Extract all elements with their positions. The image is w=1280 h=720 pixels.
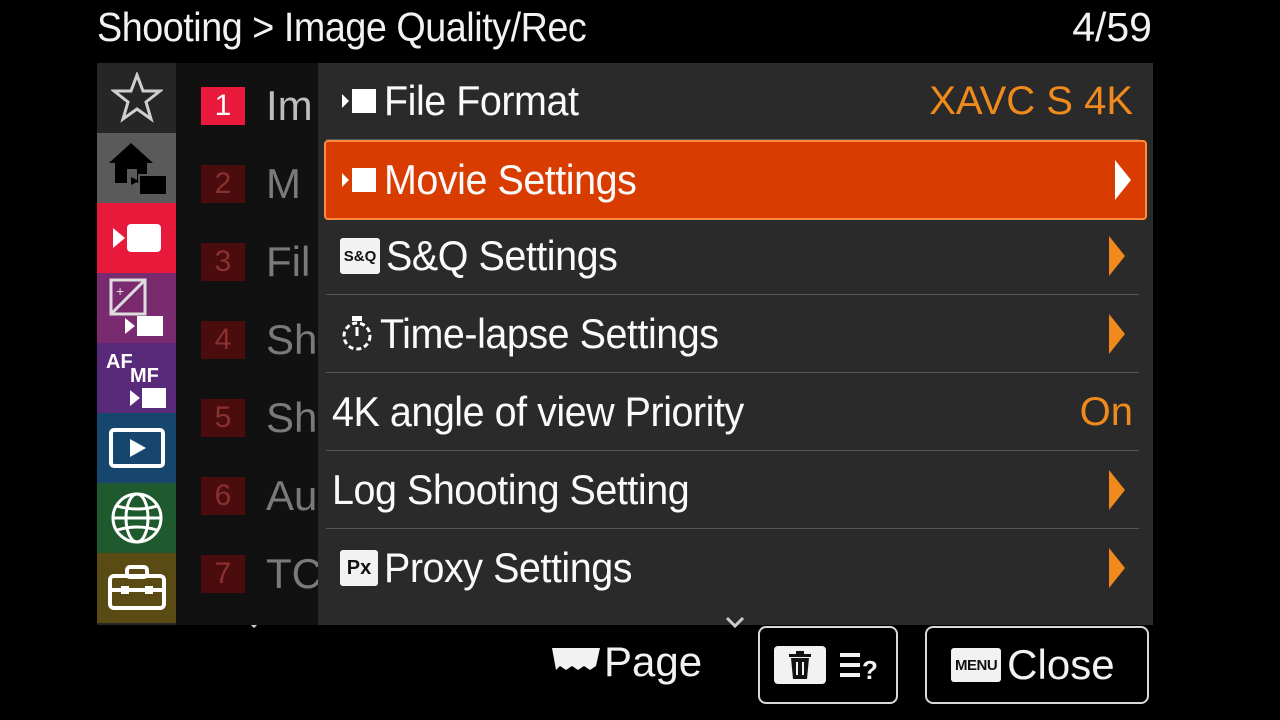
page-number: 3 [201, 243, 245, 281]
page-label: Page [604, 638, 703, 685]
close-button[interactable]: MENU Close [925, 626, 1149, 704]
timelapse-icon [340, 314, 374, 354]
proxy-icon-text: Px [340, 550, 378, 586]
page-item-5[interactable]: 5 Sh [201, 393, 317, 443]
page-item-4[interactable]: 4 Sh [201, 315, 317, 365]
category-tab-playback[interactable] [97, 413, 176, 483]
dial-icon [552, 648, 600, 670]
chevron-right-icon [1115, 160, 1131, 200]
category-tab-favorites[interactable] [97, 63, 176, 133]
menu-item-label: Movie Settings [384, 156, 637, 203]
page-item-1[interactable]: 1 Im [201, 81, 313, 131]
page-indicator: 4/59 [1072, 4, 1152, 50]
page-label: Au [266, 472, 318, 519]
chevron-right-icon [1109, 236, 1125, 276]
page-item-2[interactable]: 2M [201, 159, 301, 209]
menu-item-sq-settings[interactable]: S&Q S&Q Settings [326, 218, 1139, 295]
playback-icon [108, 428, 165, 468]
page-number: 6 [201, 477, 245, 515]
page-item-3[interactable]: 3 Fil [201, 237, 310, 287]
page-label: TC [266, 550, 318, 597]
toolbox-icon [107, 565, 166, 610]
menu-item-value: XAVC S 4K [929, 78, 1133, 123]
menu-item-label: S&Q Settings [386, 232, 618, 279]
page-item-6[interactable]: 6 Au [201, 471, 317, 521]
page-item-7[interactable]: 7 TC [201, 549, 318, 599]
svg-text:AF: AF [106, 351, 133, 373]
help-list-icon: ? [840, 653, 878, 683]
page-label: Sh [266, 394, 318, 441]
menu-list: File Format XAVC S 4K Movie Settings S&Q… [318, 63, 1153, 625]
page-number: 1 [201, 87, 245, 125]
movie-mode-icon [340, 86, 378, 116]
category-tab-exposure[interactable]: + [97, 273, 176, 343]
menu-item-4k-angle-priority[interactable]: 4K angle of view Priority On [326, 374, 1139, 451]
sq-icon-text: S&Q [340, 238, 380, 274]
menu-key-icon: MENU [951, 648, 1002, 682]
menu-item-label: File Format [384, 77, 579, 124]
page-number: 7 [201, 555, 245, 593]
home-movie-icon [108, 143, 168, 196]
category-tab-main[interactable] [97, 133, 176, 203]
category-tab-setup[interactable] [97, 553, 176, 623]
svg-text:MF: MF [130, 365, 159, 387]
menu-item-proxy-settings[interactable]: Px Proxy Settings [326, 530, 1139, 606]
close-label: Close [1007, 641, 1115, 688]
breadcrumb: Shooting > Image Quality/Rec [97, 4, 587, 50]
menu-item-log-shooting[interactable]: Log Shooting Setting [326, 452, 1139, 529]
menu-item-label: Proxy Settings [384, 544, 632, 591]
trash-icon [774, 646, 826, 684]
page-number: 4 [201, 321, 245, 359]
menu-item-value: On [1079, 389, 1133, 434]
page-number: 5 [201, 399, 245, 437]
page-list: 1 Im 2M 3 Fil 4 Sh 5 Sh 6 Au 7 TC [176, 63, 318, 625]
page-control[interactable]: Page [550, 638, 702, 686]
page-label: Sh [266, 316, 318, 363]
delete-help-button[interactable]: ? [758, 626, 898, 704]
exposure-icon: + [109, 278, 163, 336]
chevron-down-icon [725, 616, 745, 629]
proxy-icon: Px [340, 550, 378, 586]
category-tab-network[interactable] [97, 483, 176, 553]
movie-mode-icon [340, 165, 378, 195]
chevron-right-icon [1109, 470, 1125, 510]
globe-icon [111, 492, 162, 544]
sq-icon: S&Q [340, 238, 380, 274]
menu-item-movie-settings[interactable]: Movie Settings [324, 140, 1147, 220]
menu-item-timelapse-settings[interactable]: Time-lapse Settings [326, 296, 1139, 373]
menu-item-label: Time-lapse Settings [380, 310, 719, 357]
menu-item-label: Log Shooting Setting [332, 466, 690, 513]
svg-text:+: + [116, 283, 124, 299]
af-mf-icon: AFMF [106, 351, 166, 408]
svg-text:?: ? [862, 655, 878, 683]
page-label: Fil [266, 238, 311, 285]
menu-item-label: 4K angle of view Priority [332, 388, 744, 435]
category-tab-shooting[interactable] [97, 203, 176, 273]
chevron-right-icon [1109, 314, 1125, 354]
chevron-right-icon [1109, 548, 1125, 588]
movie-camera-icon [112, 224, 161, 252]
page-number: 2 [201, 165, 245, 203]
page-label: Im [266, 82, 313, 129]
star-icon [110, 72, 163, 123]
category-rail: + AF MF [97, 63, 176, 625]
page-label: M [266, 160, 301, 207]
category-tab-focus[interactable]: AF MF [97, 343, 176, 413]
menu-item-file-format[interactable]: File Format XAVC S 4K [326, 63, 1139, 140]
